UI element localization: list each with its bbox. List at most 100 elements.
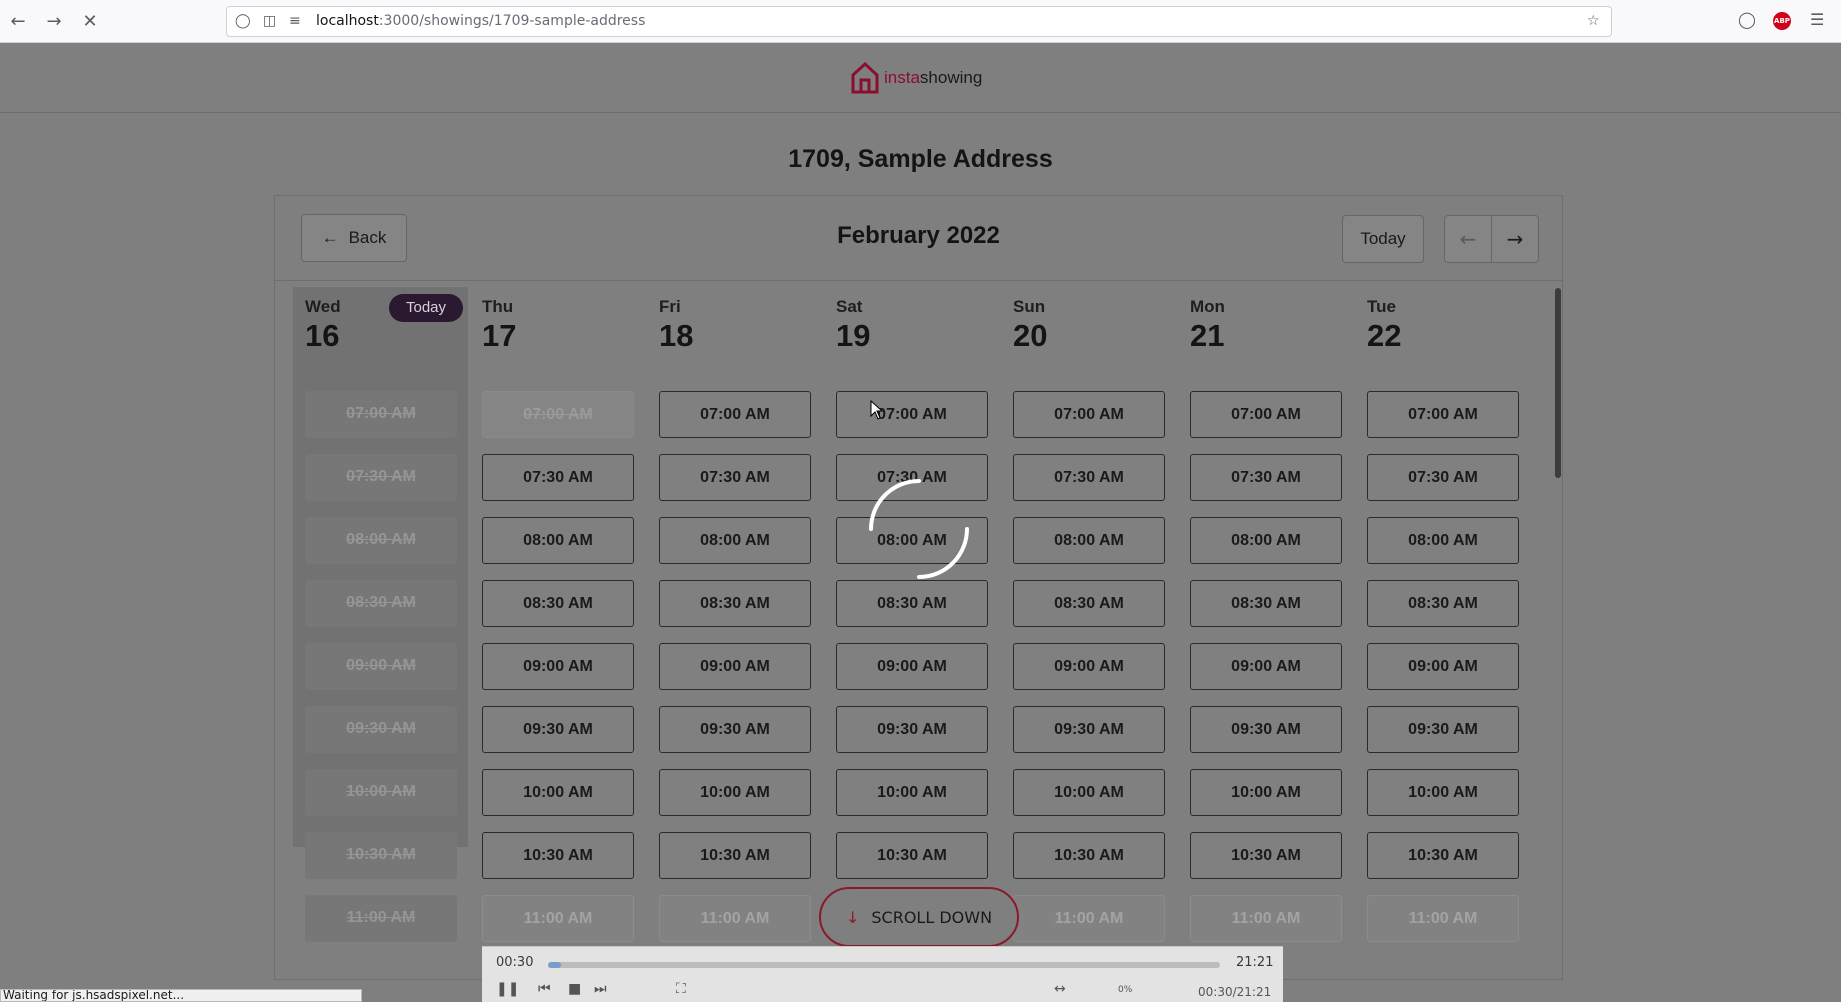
- time-slot-button[interactable]: 07:00 AM: [1190, 391, 1342, 438]
- stop-icon[interactable]: ■: [568, 981, 581, 997]
- time-slot-button[interactable]: 10:30 AM: [1367, 832, 1519, 879]
- time-slot-button[interactable]: 07:30 AM: [1013, 454, 1165, 501]
- time-slot-button: 10:00 AM: [305, 769, 457, 816]
- time-slot-button[interactable]: 09:30 AM: [482, 706, 634, 753]
- day-name: Tue: [1367, 297, 1396, 316]
- browser-toolbar: ← → ✕ ◯ ◫ ≡ localhost:3000/showings/1709…: [0, 0, 1841, 43]
- time-slot-button[interactable]: 07:30 AM: [1367, 454, 1519, 501]
- time-slot-button[interactable]: 09:00 AM: [1190, 643, 1342, 690]
- day-column-thu: Thu 17 07:00 AM 07:30 AM 08:00 AM 08:30 AM 09:…: [470, 287, 645, 942]
- loop-icon[interactable]: ↔: [1054, 981, 1066, 997]
- time-slot-button: 08:00 AM: [305, 517, 457, 564]
- time-slot-button[interactable]: 07:00 AM: [1013, 391, 1165, 438]
- shield-icon[interactable]: ◯: [235, 13, 251, 29]
- time-slot-button[interactable]: 11:00 AM: [1190, 895, 1342, 942]
- time-slot-button[interactable]: 10:30 AM: [1013, 832, 1165, 879]
- time-slot-button[interactable]: 07:30 AM: [1190, 454, 1342, 501]
- time-slot-button[interactable]: 10:00 AM: [1013, 769, 1165, 816]
- time-slot-button[interactable]: 08:00 AM: [482, 517, 634, 564]
- time-slot-button[interactable]: 08:00 AM: [1013, 517, 1165, 564]
- logo-wordmark: instashowing: [884, 68, 982, 88]
- media-seek-bar[interactable]: [548, 962, 1220, 968]
- arrow-down-icon: ↓: [845, 907, 860, 927]
- volume-level[interactable]: 0%: [1118, 985, 1132, 995]
- time-slot-button[interactable]: 08:30 AM: [1367, 580, 1519, 627]
- mouse-cursor-icon: [870, 400, 884, 420]
- day-name: Sat: [836, 297, 863, 316]
- bookmark-star-icon[interactable]: ☆: [1587, 13, 1600, 29]
- time-slot-button[interactable]: 07:30 AM: [482, 454, 634, 501]
- time-slot-button[interactable]: 11:00 AM: [482, 895, 634, 942]
- arrow-left-icon: ←: [1459, 227, 1477, 251]
- pocket-icon[interactable]: ◯: [1738, 10, 1756, 29]
- time-slot-button[interactable]: 09:30 AM: [1367, 706, 1519, 753]
- time-slot-button[interactable]: 08:00 AM: [1367, 517, 1519, 564]
- previous-week-button[interactable]: ←: [1444, 215, 1492, 263]
- adblock-icon[interactable]: ABP: [1773, 12, 1791, 30]
- time-slot-button: 08:30 AM: [305, 580, 457, 627]
- day-number: 20: [1013, 318, 1048, 353]
- time-slot-button[interactable]: 10:30 AM: [1190, 832, 1342, 879]
- time-slot-button[interactable]: 10:00 AM: [1367, 769, 1519, 816]
- time-slot-button[interactable]: 09:00 AM: [1013, 643, 1165, 690]
- time-slot-button: 11:00 AM: [305, 895, 457, 942]
- time-slot-button[interactable]: 09:30 AM: [836, 706, 988, 753]
- back-arrow-icon[interactable]: ←: [6, 10, 30, 34]
- time-slot-button[interactable]: 07:00 AM: [659, 391, 811, 438]
- pause-icon[interactable]: ❚❚: [496, 981, 519, 997]
- time-slot-button[interactable]: 08:30 AM: [1013, 580, 1165, 627]
- browser-status-bar: Waiting for js.hsadspixel.net...: [0, 989, 362, 1002]
- time-slot-button[interactable]: 09:30 AM: [659, 706, 811, 753]
- time-slot-button[interactable]: 08:00 AM: [1190, 517, 1342, 564]
- time-slot-button[interactable]: 08:30 AM: [836, 580, 988, 627]
- time-slot-button[interactable]: 11:00 AM: [1367, 895, 1519, 942]
- time-slot-button[interactable]: 10:00 AM: [659, 769, 811, 816]
- site-header: instashowing: [0, 43, 1841, 113]
- media-progress-fill: [548, 962, 562, 968]
- time-slot-button[interactable]: 09:00 AM: [1367, 643, 1519, 690]
- time-slot-button[interactable]: 10:00 AM: [482, 769, 634, 816]
- scrollbar-thumb[interactable]: [1555, 288, 1561, 478]
- lock-icon[interactable]: ≡: [289, 13, 301, 29]
- url-text[interactable]: localhost:3000/showings/1709-sample-addr…: [316, 13, 645, 29]
- logo-prefix: insta: [884, 68, 920, 87]
- time-slot-button[interactable]: 07:00 AM: [1367, 391, 1519, 438]
- rewind-icon[interactable]: ⏮: [538, 981, 551, 997]
- time-slot-button[interactable]: 09:00 AM: [659, 643, 811, 690]
- address-bar[interactable]: ◯ ◫ ≡ localhost:3000/showings/1709-sampl…: [226, 6, 1612, 37]
- time-slot-button[interactable]: 08:30 AM: [1190, 580, 1342, 627]
- time-slot-button: 09:30 AM: [305, 706, 457, 753]
- arrow-right-icon: →: [1506, 227, 1524, 251]
- time-slot-button[interactable]: 07:30 AM: [659, 454, 811, 501]
- time-slot-button[interactable]: 10:00 AM: [836, 769, 988, 816]
- next-week-button[interactable]: →: [1491, 215, 1539, 263]
- time-slot-button[interactable]: 08:00 AM: [659, 517, 811, 564]
- forward-arrow-icon[interactable]: →: [42, 10, 66, 34]
- media-control-bar: 00:30 21:21 ❚❚ ⏮ ■ ⏭ ⛶ ↔ 0% 00:30/21:21: [482, 946, 1283, 1002]
- today-button[interactable]: Today: [1342, 215, 1424, 263]
- logo[interactable]: instashowing: [850, 61, 982, 95]
- fullscreen-icon[interactable]: ⛶: [676, 981, 686, 997]
- fast-forward-icon[interactable]: ⏭: [594, 981, 607, 997]
- day-number: 22: [1367, 318, 1402, 353]
- time-slot-button[interactable]: 09:00 AM: [836, 643, 988, 690]
- time-slot-button[interactable]: 09:00 AM: [482, 643, 634, 690]
- page-info-icon[interactable]: ◫: [263, 13, 276, 29]
- day-name: Fri: [659, 297, 681, 316]
- time-slot-button[interactable]: 11:00 AM: [1013, 895, 1165, 942]
- time-slot-button[interactable]: 09:30 AM: [1013, 706, 1165, 753]
- scroll-down-button[interactable]: ↓ SCROLL DOWN: [819, 887, 1019, 947]
- time-slot-button[interactable]: 08:30 AM: [482, 580, 634, 627]
- time-slot-button[interactable]: 08:30 AM: [659, 580, 811, 627]
- time-slot-button[interactable]: 10:30 AM: [482, 832, 634, 879]
- stop-loading-icon[interactable]: ✕: [78, 10, 102, 34]
- time-slot-button[interactable]: 11:00 AM: [659, 895, 811, 942]
- time-slot-button: 10:30 AM: [305, 832, 457, 879]
- menu-icon[interactable]: ☰: [1810, 10, 1824, 29]
- time-slot-button[interactable]: 10:30 AM: [836, 832, 988, 879]
- time-slot-button[interactable]: 07:00 AM: [836, 391, 988, 438]
- time-slot-button[interactable]: 09:30 AM: [1190, 706, 1342, 753]
- time-slot-button[interactable]: 10:30 AM: [659, 832, 811, 879]
- media-time-combined: 00:30/21:21: [1198, 985, 1272, 999]
- time-slot-button[interactable]: 10:00 AM: [1190, 769, 1342, 816]
